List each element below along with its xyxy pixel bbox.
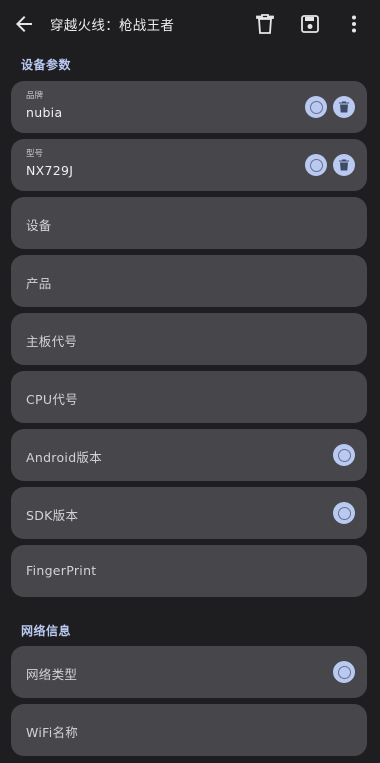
- delete-icon[interactable]: [333, 154, 355, 176]
- field-label: 产品: [26, 276, 52, 291]
- wifi-name-field[interactable]: WiFi名称: [11, 704, 367, 756]
- page-title: 穿越火线：枪战王者: [50, 18, 175, 34]
- random-radio-icon[interactable]: [333, 661, 355, 683]
- network-type-field[interactable]: 网络类型: [11, 646, 367, 698]
- random-radio-icon[interactable]: [305, 154, 327, 176]
- section-header-device: 设备参数: [21, 58, 72, 72]
- fingerprint-field[interactable]: FingerPrint: [11, 545, 367, 597]
- field-value: nubia: [26, 105, 63, 120]
- save-icon[interactable]: [298, 12, 322, 36]
- random-radio-icon[interactable]: [333, 502, 355, 524]
- random-radio-icon[interactable]: [305, 96, 327, 118]
- model-field[interactable]: 型号 NX729J: [11, 139, 367, 191]
- field-label: FingerPrint: [26, 563, 97, 578]
- delete-icon[interactable]: [253, 12, 277, 36]
- field-label: Android版本: [26, 450, 103, 465]
- section-header-network: 网络信息: [21, 624, 72, 638]
- random-radio-icon[interactable]: [333, 444, 355, 466]
- field-value: NX729J: [26, 163, 74, 178]
- field-label: 主板代号: [26, 334, 78, 349]
- field-label: 网络类型: [26, 667, 78, 682]
- field-label: 品牌: [26, 91, 44, 101]
- field-label: CPU代号: [26, 392, 78, 407]
- sdk-version-field[interactable]: SDK版本: [11, 487, 367, 539]
- app-bar: 穿越火线：枪战王者: [0, 0, 380, 48]
- product-field[interactable]: 产品: [11, 255, 367, 307]
- brand-field[interactable]: 品牌 nubia: [11, 81, 367, 133]
- device-field[interactable]: 设备: [11, 197, 367, 249]
- field-label: 设备: [26, 218, 52, 233]
- field-label: SDK版本: [26, 508, 79, 523]
- delete-icon[interactable]: [333, 96, 355, 118]
- android-version-field[interactable]: Android版本: [11, 429, 367, 481]
- more-vert-icon[interactable]: [342, 12, 366, 36]
- field-label: 型号: [26, 149, 44, 159]
- field-label: WiFi名称: [26, 725, 79, 740]
- cpu-field[interactable]: CPU代号: [11, 371, 367, 423]
- board-field[interactable]: 主板代号: [11, 313, 367, 365]
- back-arrow-icon[interactable]: [12, 12, 36, 36]
